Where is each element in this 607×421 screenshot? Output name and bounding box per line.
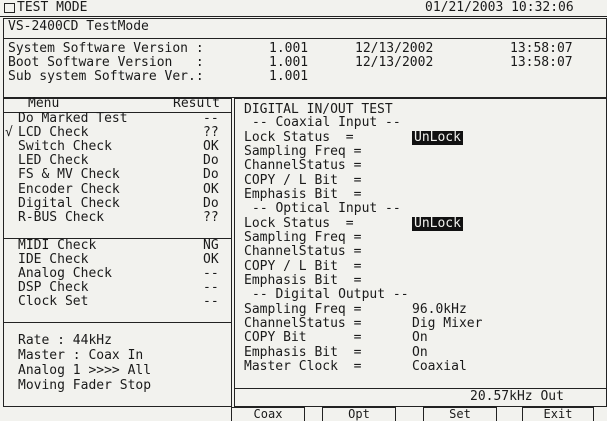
exit-softkey[interactable]: Exit bbox=[522, 407, 594, 421]
menu-item[interactable]: Clock Set bbox=[18, 295, 88, 309]
status-analog: Analog 1 >>>> All bbox=[18, 363, 152, 378]
parameter-label: Sampling Freq = bbox=[244, 144, 362, 160]
version-date: 12/13/2002 bbox=[355, 41, 434, 56]
result-header-label: Result bbox=[173, 96, 220, 111]
status-fader: Moving Fader Stop bbox=[18, 378, 152, 393]
menu-item-result: ?? bbox=[203, 209, 219, 225]
menu-item-result: ?? bbox=[203, 125, 219, 141]
parameter-label: ChannelStatus = bbox=[244, 158, 362, 174]
menu-item[interactable]: LCD Check bbox=[18, 126, 88, 140]
status-rate: Rate : 44kHz bbox=[18, 333, 112, 348]
opt-softkey[interactable]: Opt bbox=[322, 407, 396, 421]
datetime: 01/21/2003 10:32:06 bbox=[425, 0, 574, 15]
menu-item-result: OK bbox=[203, 251, 219, 267]
device-divider bbox=[3, 38, 607, 39]
output-header: -- Digital Output -- bbox=[252, 287, 409, 302]
coax-softkey[interactable]: Coax bbox=[231, 407, 305, 421]
parameter-value: On bbox=[412, 330, 428, 346]
menu-header-label: Menu bbox=[28, 96, 60, 111]
coaxial-header: -- Coaxial Input -- bbox=[252, 115, 401, 130]
menu-item-result: -- bbox=[203, 266, 219, 281]
parameter-label: COPY / L Bit = bbox=[244, 172, 362, 188]
parameter-label: Emphasis Bit = bbox=[244, 186, 362, 202]
menu-divider-2 bbox=[3, 322, 232, 323]
parameter-value: Dig Mixer bbox=[412, 316, 483, 332]
menu-item-result: OK bbox=[203, 181, 219, 197]
parameter-label: Emphasis Bit = bbox=[244, 344, 362, 360]
parameter-value: 96.0kHz bbox=[412, 302, 467, 317]
menu-check-mark: √ bbox=[5, 125, 13, 141]
parameter-label: Sampling Freq = bbox=[244, 230, 362, 246]
menu-item[interactable]: DSP Check bbox=[18, 281, 88, 295]
menu-item-result: -- bbox=[203, 111, 219, 126]
menu-item-result: OK bbox=[203, 139, 219, 155]
parameter-label: COPY / L Bit = bbox=[244, 258, 362, 274]
device-name: VS-2400CD TestMode bbox=[8, 19, 149, 34]
parameter-label: Sampling Freq = bbox=[244, 302, 362, 317]
menu-item[interactable]: Switch Check bbox=[18, 140, 112, 154]
parameter-label: ChannelStatus = bbox=[244, 244, 362, 260]
version-time: 13:58:07 bbox=[510, 55, 573, 70]
menu-item[interactable]: LED Check bbox=[18, 154, 88, 168]
window-title: TEST MODE bbox=[17, 0, 88, 15]
menu-item[interactable]: Digital Check bbox=[18, 196, 120, 211]
title-checkbox-icon bbox=[4, 3, 15, 13]
menu-item[interactable]: MIDI Check bbox=[18, 238, 96, 253]
set-softkey[interactable]: Set bbox=[423, 407, 497, 421]
parameter-value: On bbox=[412, 344, 428, 360]
lock-status-value: UnLock bbox=[412, 130, 463, 145]
version-time: 13:58:07 bbox=[510, 41, 573, 56]
parameter-value: Coaxial bbox=[412, 358, 467, 374]
parameter-label: Lock Status = bbox=[244, 130, 354, 145]
version-date: 12/13/2002 bbox=[355, 55, 434, 70]
version-value: 1.001 bbox=[269, 55, 309, 70]
parameter-label: Master Clock = bbox=[244, 358, 362, 374]
parameter-label: Emphasis Bit = bbox=[244, 272, 362, 288]
status-master: Master : Coax In bbox=[18, 348, 144, 363]
menu-item[interactable]: R-BUS Check bbox=[18, 210, 104, 225]
version-value: 1.001 bbox=[269, 41, 309, 56]
menu-item[interactable]: IDE Check bbox=[18, 252, 88, 267]
menu-item-result: Do bbox=[203, 167, 219, 183]
menu-item-result: NG bbox=[203, 237, 219, 253]
menu-item[interactable]: Analog Check bbox=[18, 267, 112, 281]
menu-item-result: -- bbox=[203, 280, 219, 296]
frequency-out-status: 20.57kHz Out bbox=[470, 389, 564, 404]
menu-item-result: Do bbox=[203, 153, 219, 169]
version-label: Boot Software Version : bbox=[8, 55, 204, 70]
parameter-label: COPY Bit = bbox=[244, 330, 362, 346]
menu-item[interactable]: Do Marked Test bbox=[18, 112, 128, 126]
version-label: Sub system Software Ver.: bbox=[8, 69, 204, 84]
optical-header: -- Optical Input -- bbox=[252, 201, 401, 216]
menu-item[interactable]: Encoder Check bbox=[18, 182, 120, 197]
menu-divider-1 bbox=[3, 238, 232, 239]
title-divider bbox=[0, 16, 607, 17]
menu-item-result: Do bbox=[203, 195, 219, 211]
parameter-label: ChannelStatus = bbox=[244, 316, 362, 332]
version-label: System Software Version : bbox=[8, 41, 204, 56]
lock-status-value: UnLock bbox=[412, 216, 463, 231]
menu-item-result: -- bbox=[203, 294, 219, 310]
parameter-label: Lock Status = bbox=[244, 216, 354, 231]
menu-item[interactable]: FS & MV Check bbox=[18, 168, 120, 182]
version-value: 1.001 bbox=[269, 69, 309, 84]
